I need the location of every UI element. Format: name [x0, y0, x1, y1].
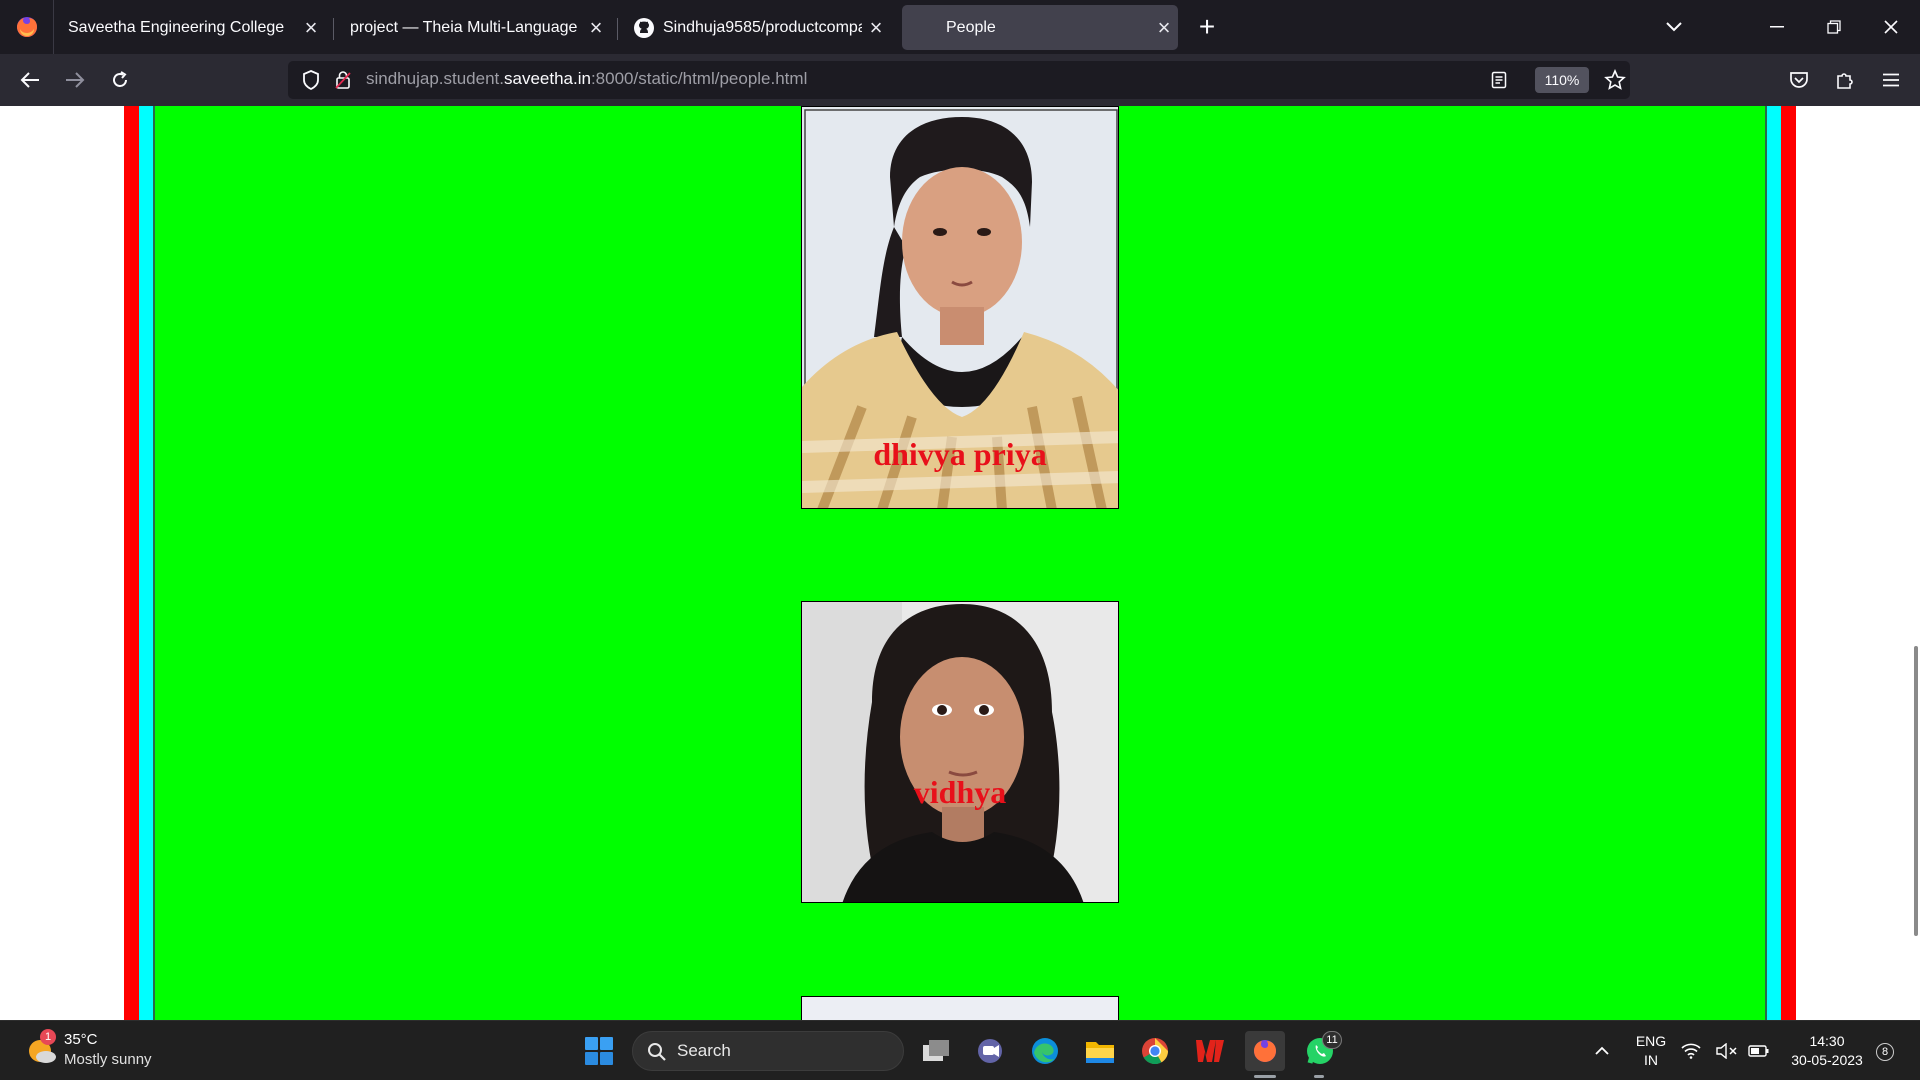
zoom-level-button[interactable]: 110% [1535, 67, 1589, 93]
input-language-indicator[interactable]: ENG IN [1628, 1032, 1674, 1070]
file-explorer-icon[interactable] [1080, 1031, 1120, 1071]
close-tab-icon[interactable]: × [1150, 14, 1178, 42]
weather-condition: Mostly sunny [64, 1051, 152, 1068]
close-tab-icon[interactable]: × [862, 14, 890, 42]
firefox-taskbar-icon[interactable] [1245, 1031, 1285, 1071]
url-domain: saveetha.in [504, 69, 591, 88]
battery-icon[interactable] [1744, 1031, 1774, 1071]
tracking-protection-shield-icon[interactable] [298, 67, 324, 93]
person-photo [801, 996, 1119, 1020]
tab-saveetha[interactable]: Saveetha Engineering College × [60, 5, 325, 50]
clock[interactable]: 14:30 30-05-2023 [1782, 1032, 1872, 1070]
weather-widget[interactable]: 1 35°C Mostly sunny [18, 1021, 198, 1081]
close-tab-icon[interactable]: × [582, 14, 610, 42]
tabstrip-separator [53, 0, 54, 54]
tab-divider [617, 18, 618, 40]
tab-label: People [946, 18, 996, 36]
weather-temperature: 35°C [64, 1031, 98, 1048]
person-name: vidhya [913, 774, 1007, 810]
search-label: Search [677, 1041, 731, 1060]
taskbar-search-box[interactable]: Search [632, 1031, 904, 1071]
clock-time: 14:30 [1809, 1033, 1845, 1049]
reload-icon[interactable] [102, 62, 138, 98]
people-content-area: dhivya priya vidhya [155, 106, 1765, 1020]
search-icon [647, 1042, 667, 1062]
wifi-icon[interactable] [1676, 1031, 1706, 1071]
task-view-icon[interactable] [916, 1031, 956, 1071]
chrome-browser-icon[interactable] [1135, 1031, 1175, 1071]
url-bar[interactable]: sindhujap.student.saveetha.in:8000/stati… [288, 61, 1630, 99]
url-prefix: sindhujap.student. [366, 69, 504, 88]
page-scrollbar[interactable] [1914, 646, 1918, 936]
minimize-button[interactable] [1757, 8, 1797, 46]
clock-date: 30-05-2023 [1791, 1052, 1863, 1068]
close-tab-icon[interactable]: × [297, 14, 325, 42]
url-suffix: :8000/static/html/people.html [590, 69, 808, 88]
windows-start-icon[interactable] [579, 1031, 619, 1071]
tab-label: project — Theia Multi-Language Ex [350, 18, 582, 36]
volume-muted-icon[interactable] [1712, 1031, 1742, 1071]
hamburger-menu-icon[interactable] [1873, 62, 1909, 98]
tab-label: Saveetha Engineering College [68, 18, 285, 36]
teams-chat-icon[interactable] [970, 1031, 1010, 1071]
list-all-tabs-icon[interactable] [1654, 8, 1694, 46]
tab-divider [333, 18, 334, 40]
tab-theia-project[interactable]: project — Theia Multi-Language Ex × [340, 5, 610, 50]
reader-view-icon[interactable] [1486, 67, 1512, 93]
extensions-puzzle-icon[interactable] [1827, 62, 1863, 98]
person-photo [801, 601, 1119, 903]
whatsapp-unread-badge: 11 [1322, 1031, 1342, 1049]
back-arrow-icon[interactable] [12, 62, 48, 98]
edge-browser-icon[interactable] [1025, 1031, 1065, 1071]
wps-office-icon[interactable] [1190, 1031, 1230, 1071]
page-viewport: dhivya priya vidhya [0, 106, 1920, 1020]
firefox-menu-icon[interactable] [12, 12, 42, 42]
navigation-toolbar: sindhujap.student.saveetha.in:8000/stati… [0, 54, 1920, 106]
whatsapp-indicator [1314, 1075, 1324, 1078]
person-name: dhivya priya [873, 436, 1047, 472]
tab-github-repo[interactable]: Sindhuja9585/productcompany × [625, 5, 890, 50]
restore-button[interactable] [1814, 8, 1854, 46]
weather-alert-badge: 1 [40, 1029, 56, 1045]
tab-people[interactable]: People × [902, 5, 1178, 50]
close-window-button[interactable] [1871, 8, 1911, 46]
url-text[interactable]: sindhujap.student.saveetha.in:8000/stati… [366, 69, 807, 89]
tab-label: Sindhuja9585/productcompany [663, 18, 862, 36]
windows-taskbar: 1 35°C Mostly sunny Search 11 ENG IN 14:… [0, 1020, 1920, 1080]
github-icon [631, 15, 657, 41]
language-line-1: ENG [1635, 1033, 1667, 1049]
bookmark-star-icon[interactable] [1602, 67, 1628, 93]
language-line-2: IN [1644, 1052, 1658, 1068]
insecure-lock-icon[interactable] [330, 67, 356, 93]
active-app-indicator [1254, 1075, 1276, 1078]
new-tab-button[interactable]: + [1190, 10, 1224, 44]
forward-arrow-icon[interactable] [57, 62, 93, 98]
pocket-icon[interactable] [1781, 62, 1817, 98]
notification-count-badge[interactable]: 8 [1876, 1043, 1894, 1061]
tab-strip: Saveetha Engineering College × project —… [0, 0, 1920, 54]
show-hidden-icons-chevron-icon[interactable] [1582, 1031, 1622, 1071]
